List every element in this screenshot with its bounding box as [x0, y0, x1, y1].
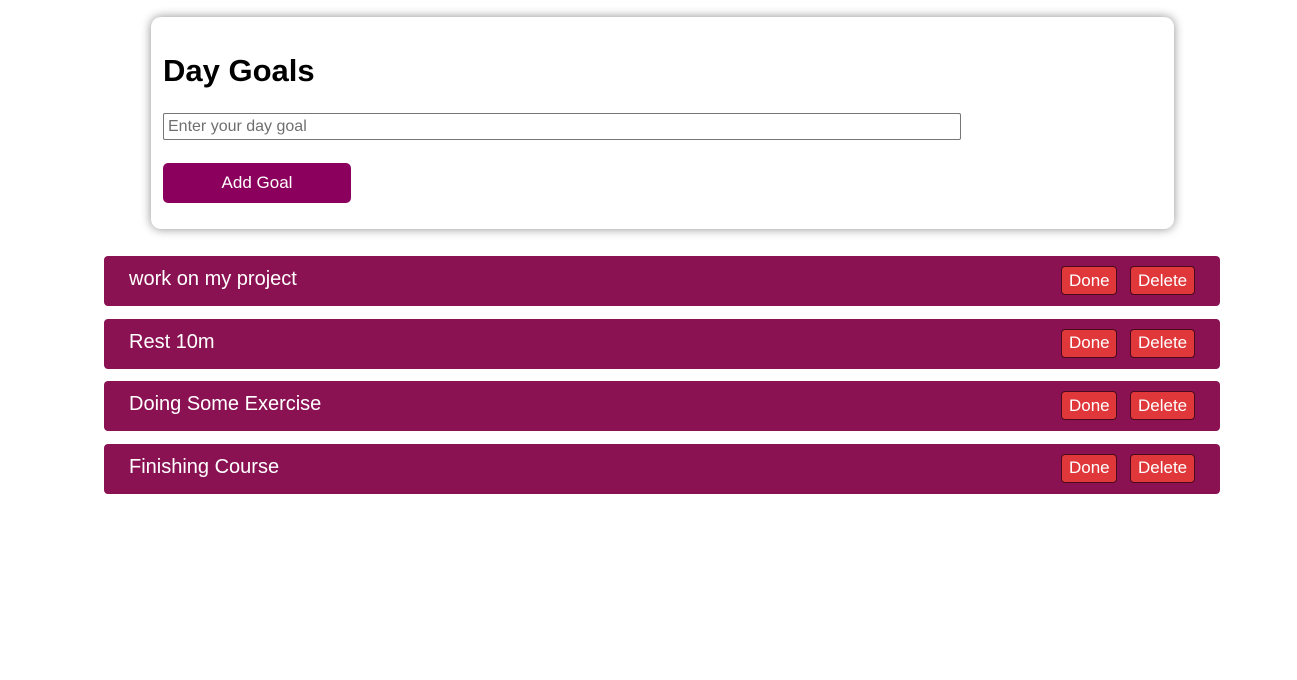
goal-form-card: Day Goals Add Goal [151, 17, 1174, 229]
goal-item: Doing Some Exercise Done Delete [104, 381, 1220, 431]
goal-item: Rest 10m Done Delete [104, 318, 1220, 369]
goal-text: work on my project [129, 268, 297, 290]
done-button[interactable]: Done [1061, 391, 1117, 420]
goal-actions: Done Delete [1061, 266, 1195, 295]
goal-actions: Done Delete [1061, 391, 1195, 420]
done-button[interactable]: Done [1061, 453, 1117, 483]
delete-button[interactable]: Delete [1130, 328, 1195, 358]
delete-button[interactable]: Delete [1130, 391, 1195, 420]
goal-item: Finishing Course Done Delete [104, 443, 1220, 494]
goal-list: work on my project Done Delete Rest 10m … [104, 256, 1220, 506]
goal-actions: Done Delete [1061, 328, 1195, 358]
goal-text: Doing Some Exercise [129, 393, 322, 415]
page-title: Day Goals [163, 53, 315, 88]
done-button[interactable]: Done [1061, 328, 1117, 358]
goal-item: work on my project Done Delete [104, 256, 1220, 306]
goal-actions: Done Delete [1061, 453, 1195, 483]
delete-button[interactable]: Delete [1130, 453, 1195, 483]
delete-button[interactable]: Delete [1130, 266, 1195, 295]
done-button[interactable]: Done [1061, 266, 1117, 295]
goal-text: Rest 10m [129, 330, 215, 353]
goal-input[interactable] [163, 113, 961, 140]
goal-text: Finishing Course [129, 455, 280, 478]
add-goal-button[interactable]: Add Goal [163, 163, 351, 203]
